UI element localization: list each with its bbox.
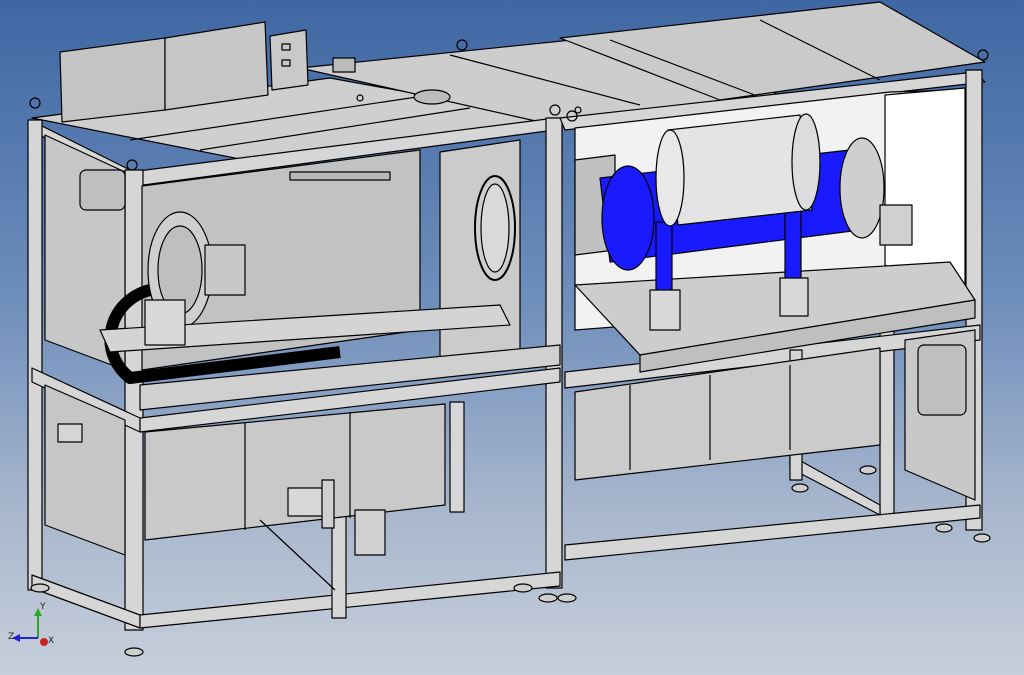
- machine-assembly-model[interactable]: [0, 0, 1024, 675]
- left-module-interior: [44, 134, 561, 411]
- cad-3d-viewport[interactable]: Y Z X: [0, 0, 1024, 675]
- axis-triad: Y Z X: [6, 602, 56, 652]
- axis-x-label: X: [48, 636, 55, 646]
- axis-y-label: Y: [40, 602, 46, 612]
- axis-z-label: Z: [8, 632, 15, 642]
